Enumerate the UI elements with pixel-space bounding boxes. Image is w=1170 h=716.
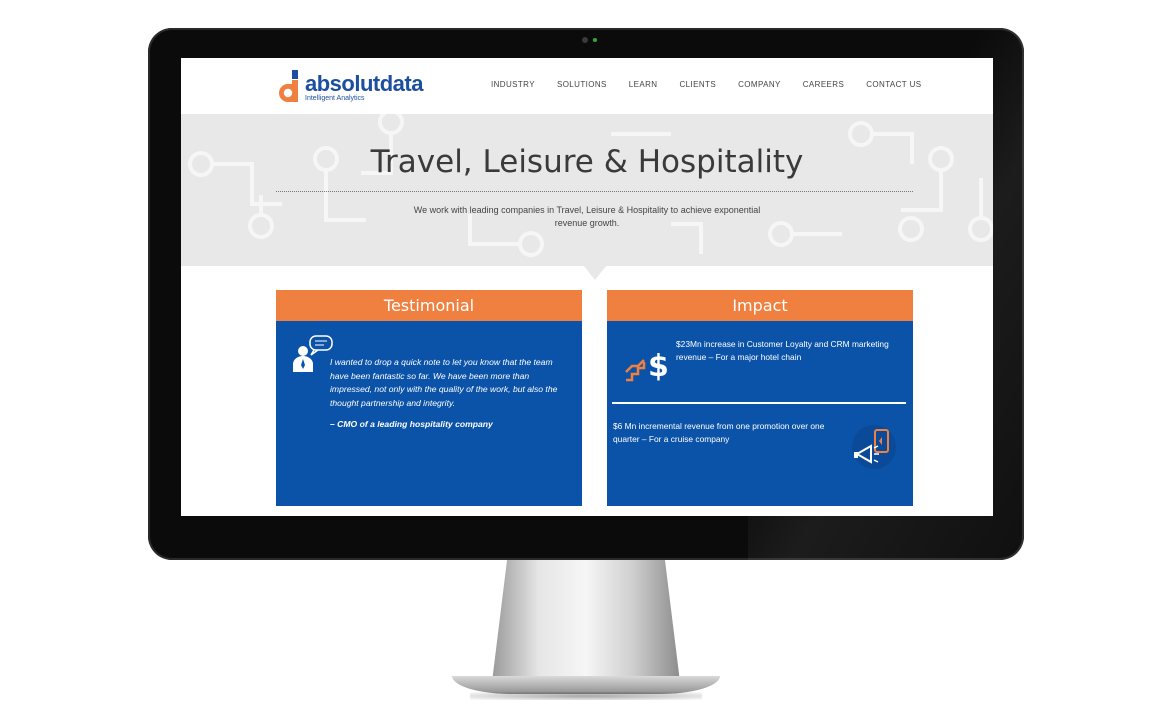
- webcam-icon: [582, 37, 588, 43]
- speaking-person-icon: [293, 335, 333, 372]
- nav-item-learn[interactable]: LEARN: [629, 80, 658, 89]
- testimonial-card: Testimonial I wanted to drop a quick not…: [276, 290, 582, 506]
- nav-item-contact-us[interactable]: CONTACT US: [866, 80, 921, 89]
- circuit-pattern-background: [188, 114, 993, 257]
- title-divider: [276, 191, 913, 192]
- orange-d-logo-icon: [279, 70, 298, 102]
- stand-shadow: [470, 692, 702, 700]
- brand-logo[interactable]: absolutdata Intelligent Analytics: [278, 66, 438, 108]
- hero-subtitle: We work with leading companies in Travel…: [413, 205, 761, 228]
- nav-item-company[interactable]: COMPANY: [738, 80, 781, 89]
- svg-text:$: $: [648, 349, 669, 384]
- impact-card: Impact $ $23Mn increase in Customer Loya…: [607, 290, 913, 506]
- website-screen: absolutdata Intelligent Analytics INDUST…: [181, 58, 993, 516]
- impact-item-promotion: $6 Mn incremental revenue from one promo…: [613, 421, 825, 444]
- testimonial-author: – CMO of a leading hospitality company: [330, 419, 493, 429]
- impact-item-loyalty: $23Mn increase in Customer Loyalty and C…: [676, 339, 889, 362]
- site-header: absolutdata Intelligent Analytics INDUST…: [181, 58, 993, 114]
- testimonial-header: Testimonial: [276, 290, 582, 321]
- nav-item-clients[interactable]: CLIENTS: [679, 80, 716, 89]
- dollar-growth-icon: $: [625, 349, 669, 384]
- brand-name: absolutdata: [305, 71, 423, 96]
- main-navigation: INDUSTRY SOLUTIONS LEARN CLIENTS COMPANY…: [491, 80, 943, 89]
- nav-item-solutions[interactable]: SOLUTIONS: [557, 80, 607, 89]
- testimonial-quote: I wanted to drop a quick note to let you…: [330, 357, 558, 408]
- nav-item-careers[interactable]: CAREERS: [803, 80, 844, 89]
- page-title: Travel, Leisure & Hospitality: [370, 144, 804, 180]
- mobile-promotion-icon: [852, 425, 896, 469]
- nav-item-industry[interactable]: INDUSTRY: [491, 80, 535, 89]
- brand-tagline: Intelligent Analytics: [305, 95, 365, 102]
- webcam-led: [593, 38, 597, 42]
- hero-banner: Travel, Leisure & Hospitality We work wi…: [181, 114, 993, 266]
- impact-header: Impact: [607, 290, 913, 321]
- hero-pointer-arrow: [584, 266, 606, 280]
- impact-divider: [612, 402, 906, 404]
- monitor-stand: [492, 560, 680, 682]
